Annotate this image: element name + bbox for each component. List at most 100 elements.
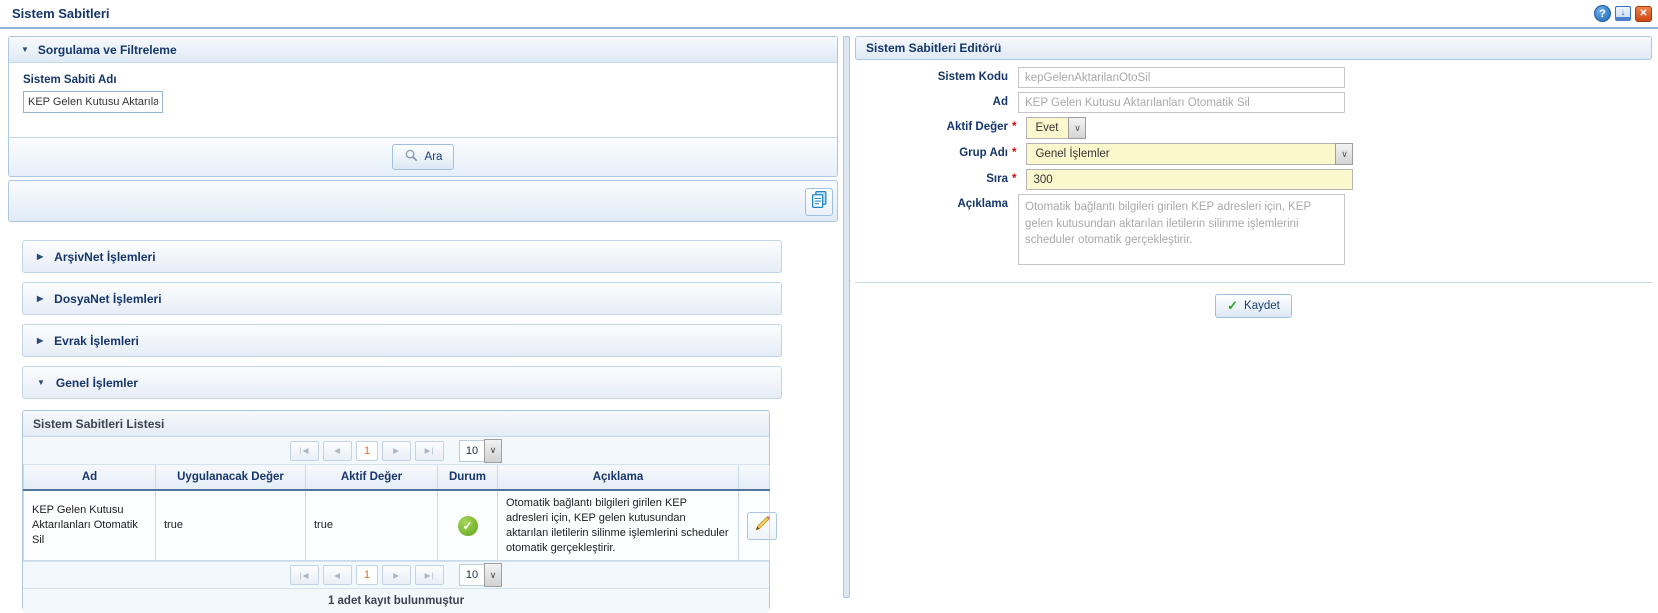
edit-button[interactable] [747, 512, 777, 540]
previous-page-button[interactable]: ◀ [323, 565, 352, 585]
column-header-ad[interactable]: Ad [24, 465, 156, 490]
filter-footer: Ara [9, 137, 837, 176]
editor-panel-title: Sistem Sabitleri Editörü [855, 36, 1652, 60]
editor-panel: Sistem Sabitleri Editörü Sistem Kodu Ad … [855, 36, 1652, 318]
rows-per-page-value: 10 [459, 440, 485, 462]
accordion-tab-label: ArşivNet İşlemleri [54, 250, 155, 264]
expand-icon: ▶ [37, 252, 43, 261]
cell-aciklama: Otomatik bağlantı bilgileri girilen KEP … [498, 490, 739, 561]
copy-icon [810, 190, 829, 214]
sistem-kodu-input [1018, 67, 1345, 88]
system-constant-name-input[interactable] [23, 91, 163, 113]
rows-per-page-select[interactable]: 10 ∨ [459, 563, 502, 587]
toolbar-panel [8, 180, 838, 222]
next-page-button[interactable]: ▶ [382, 565, 411, 585]
search-button[interactable]: Ara [392, 144, 455, 170]
column-header-uygulanacak-deger[interactable]: Uygulanacak Değer [156, 465, 306, 490]
sira-label: Sıra [855, 169, 1008, 190]
accordion-tab-label: DosyaNet İşlemleri [54, 292, 161, 306]
page-title: Sistem Sabitleri [12, 6, 110, 21]
accordion-tab-dosyanet[interactable]: ▶ DosyaNet İşlemleri [22, 282, 782, 315]
form-row-aktif-deger: Aktif Değer * Evet ∨ [855, 117, 1652, 139]
list-title: Sistem Sabitleri Listesi [23, 411, 769, 437]
next-page-button[interactable]: ▶ [382, 441, 411, 461]
layout-splitter[interactable] [843, 36, 850, 598]
required-marker: * [1012, 117, 1016, 138]
aciklama-label: Açıklama [855, 194, 1008, 215]
paginator-top: |◀ ◀ 1 ▶ ▶| 10 ∨ [23, 437, 769, 465]
save-button[interactable]: ✓ Kaydet [1215, 294, 1292, 318]
first-page-button[interactable]: |◀ [290, 441, 319, 461]
first-page-button[interactable]: |◀ [290, 565, 319, 585]
collapse-icon: ▼ [21, 45, 29, 54]
chevron-down-icon[interactable]: ∨ [1068, 117, 1086, 139]
rows-per-page-value: 10 [459, 564, 485, 586]
grup-adi-select[interactable]: Genel İşlemler ∨ [1026, 143, 1353, 165]
cell-uygulanacak-deger: true [156, 490, 306, 561]
grup-adi-value: Genel İşlemler [1026, 143, 1335, 165]
aktif-deger-value: Evet [1026, 117, 1068, 139]
ad-input [1018, 92, 1345, 113]
previous-page-button[interactable]: ◀ [323, 441, 352, 461]
aktif-deger-label: Aktif Değer [855, 117, 1008, 138]
filter-panel-header[interactable]: ▼ Sorgulama ve Filtreleme [9, 37, 837, 63]
pencil-icon [754, 515, 771, 537]
window-controls: ? ↓ ✕ [1594, 5, 1652, 22]
save-button-label: Kaydet [1244, 300, 1280, 312]
form-row-ad: Ad [855, 92, 1652, 113]
column-header-aciklama[interactable]: Açıklama [498, 465, 739, 490]
form-row-aciklama: Açıklama Otomatik bağlantı bilgileri gir… [855, 194, 1652, 270]
collapse-icon: ▼ [37, 378, 45, 387]
editor-form: Sistem Kodu Ad Aktif Değer * Evet ∨ Grup… [855, 67, 1652, 270]
expand-icon: ▶ [37, 294, 43, 303]
column-header-aktif-deger[interactable]: Aktif Değer [306, 465, 438, 490]
table-header-row: Ad Uygulanacak Değer Aktif Değer Durum A… [24, 465, 770, 490]
cell-ad: KEP Gelen Kutusu Aktarılanları Otomatik … [24, 490, 156, 561]
minimize-icon[interactable]: ↓ [1615, 6, 1631, 21]
expand-icon: ▶ [37, 336, 43, 345]
chevron-down-icon[interactable]: ∨ [484, 439, 502, 463]
sistem-kodu-label: Sistem Kodu [855, 67, 1008, 88]
chevron-down-icon[interactable]: ∨ [484, 563, 502, 587]
filter-panel-title: Sorgulama ve Filtreleme [38, 43, 177, 57]
accordion-tab-evrak[interactable]: ▶ Evrak İşlemleri [22, 324, 782, 357]
current-page-button[interactable]: 1 [356, 441, 378, 461]
table-row[interactable]: KEP Gelen Kutusu Aktarılanları Otomatik … [24, 490, 770, 561]
accordion-tab-label: Evrak İşlemleri [54, 334, 139, 348]
system-constant-name-label: Sistem Sabiti Adı [23, 74, 823, 86]
rows-per-page-select[interactable]: 10 ∨ [459, 439, 502, 463]
search-button-label: Ara [425, 151, 443, 163]
close-icon[interactable]: ✕ [1635, 6, 1652, 22]
record-count-text: 1 adet kayıt bulunmuştur [23, 589, 769, 613]
magnifier-icon [404, 148, 419, 166]
form-row-sira: Sıra * [855, 169, 1652, 190]
cell-aktif-deger: true [306, 490, 438, 561]
current-page-button[interactable]: 1 [356, 565, 378, 585]
editor-footer: ✓ Kaydet [855, 283, 1652, 318]
required-marker: * [1012, 169, 1016, 190]
last-page-button[interactable]: ▶| [415, 565, 444, 585]
help-icon[interactable]: ? [1594, 5, 1611, 22]
column-header-durum[interactable]: Durum [438, 465, 498, 490]
grup-adi-label: Grup Adı [855, 143, 1008, 164]
title-bar: Sistem Sabitleri ? ↓ ✕ [0, 0, 1658, 29]
form-row-grup-adi: Grup Adı * Genel İşlemler ∨ [855, 143, 1652, 165]
accordion-tab-label: Genel İşlemler [56, 376, 138, 390]
last-page-button[interactable]: ▶| [415, 441, 444, 461]
check-icon: ✓ [1227, 298, 1238, 314]
aktif-deger-select[interactable]: Evet ∨ [1026, 117, 1086, 139]
aciklama-textarea: Otomatik bağlantı bilgileri girilen KEP … [1018, 194, 1345, 265]
system-constants-table: Ad Uygulanacak Değer Aktif Değer Durum A… [23, 465, 770, 561]
sira-input[interactable] [1026, 169, 1353, 190]
cell-actions [739, 490, 770, 561]
chevron-down-icon[interactable]: ∨ [1335, 143, 1353, 165]
accordion-tab-genel[interactable]: ▼ Genel İşlemler [22, 366, 782, 399]
cell-durum: ✓ [438, 490, 498, 561]
filter-panel: ▼ Sorgulama ve Filtreleme Sistem Sabiti … [8, 36, 838, 177]
accordion-tab-arsivnet[interactable]: ▶ ArşivNet İşlemleri [22, 240, 782, 273]
copy-button[interactable] [805, 188, 833, 216]
column-header-actions [739, 465, 770, 490]
filter-body: Sistem Sabiti Adı [9, 63, 837, 124]
form-row-sistem-kodu: Sistem Kodu [855, 67, 1652, 88]
required-marker: * [1012, 143, 1016, 164]
